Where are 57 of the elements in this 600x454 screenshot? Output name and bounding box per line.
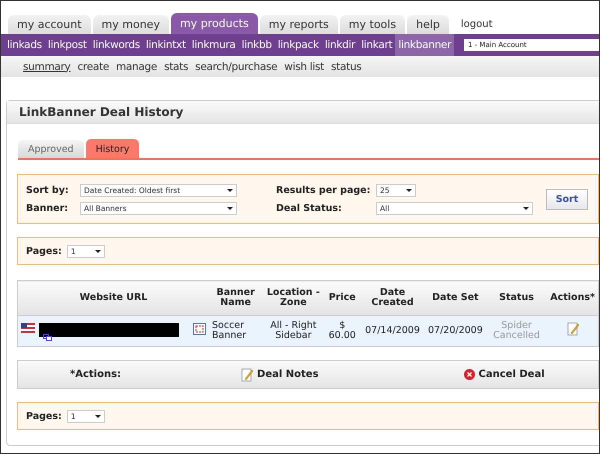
column-header: Status (486, 280, 548, 316)
main-tab[interactable]: my tools (340, 15, 406, 34)
sub-nav-link[interactable]: stats (164, 60, 188, 72)
sub-nav-link[interactable]: create (77, 60, 109, 72)
sub-nav-link[interactable]: manage (116, 60, 158, 72)
main-tab[interactable]: my money (92, 15, 169, 34)
product-nav-item[interactable]: linkads (4, 34, 45, 56)
product-nav-item[interactable]: linkpack (274, 34, 322, 56)
sub-nav-link[interactable]: status (331, 60, 362, 72)
column-header: Actions* (547, 280, 598, 316)
table-cell: Spider Cancelled (486, 316, 548, 346)
field-label: Pages: (26, 410, 62, 422)
product-nav-item[interactable]: linkmura (188, 34, 239, 56)
table-cell: 07/14/2009 (360, 316, 425, 346)
product-nav-item[interactable]: linkpost (44, 34, 90, 56)
field-label: Pages: (26, 246, 62, 256)
column-header: Price (324, 280, 360, 316)
column-header: Website URL (18, 280, 209, 316)
field-label: Deal Status: (275, 202, 343, 214)
sub-nav-link[interactable]: summary (23, 60, 70, 72)
product-nav-item[interactable]: linkdir (322, 34, 358, 56)
column-header: Date Created (360, 280, 425, 316)
product-nav-item[interactable]: linkwords (90, 34, 143, 56)
product-nav-item[interactable]: linkintxt (142, 34, 189, 56)
main-tab[interactable]: my account (8, 15, 91, 34)
panel-tab[interactable]: Approved (18, 140, 84, 158)
table-cell: Soccer Banner (209, 316, 262, 346)
field-label: Results per page: (275, 184, 370, 196)
product-nav-item[interactable]: linkart (358, 34, 396, 56)
notes-icon (241, 368, 254, 382)
table-cell: All - Right Sidebar (262, 316, 324, 346)
column-header: Location - Zone (262, 280, 324, 316)
panel-title: LinkBanner Deal History (19, 105, 184, 119)
cancel-icon (464, 369, 475, 380)
column-header: Banner Name (209, 280, 262, 316)
logout-link[interactable]: logout (450, 19, 492, 34)
sub-nav-link[interactable]: search/purchase (195, 60, 278, 72)
banner-icon (193, 323, 206, 335)
field-label: Banner: (26, 202, 70, 214)
product-nav-item[interactable]: linkbanner (395, 34, 454, 56)
table-cell: 07/20/2009 (425, 316, 486, 346)
notes-icon[interactable] (566, 322, 579, 336)
product-nav-item[interactable]: linkbb (238, 34, 275, 56)
legend-item-label: Deal Notes (257, 369, 319, 380)
main-tab[interactable]: my products (170, 13, 258, 34)
sort-button[interactable]: Sort (546, 188, 588, 210)
column-header: Date Set (425, 280, 486, 316)
legend-item-label: Cancel Deal (478, 369, 545, 380)
windows-icon[interactable] (43, 334, 52, 341)
flag-icon (21, 323, 35, 333)
legend-label: *Actions: (70, 369, 122, 380)
main-tab[interactable]: my reports (260, 15, 338, 34)
field-label: Sort by: (26, 184, 70, 196)
main-tab[interactable]: help (407, 15, 449, 34)
panel-tab[interactable]: History (86, 139, 140, 158)
table-cell: $ 60.00 (324, 316, 360, 346)
sub-nav-link[interactable]: wish list (284, 60, 324, 72)
